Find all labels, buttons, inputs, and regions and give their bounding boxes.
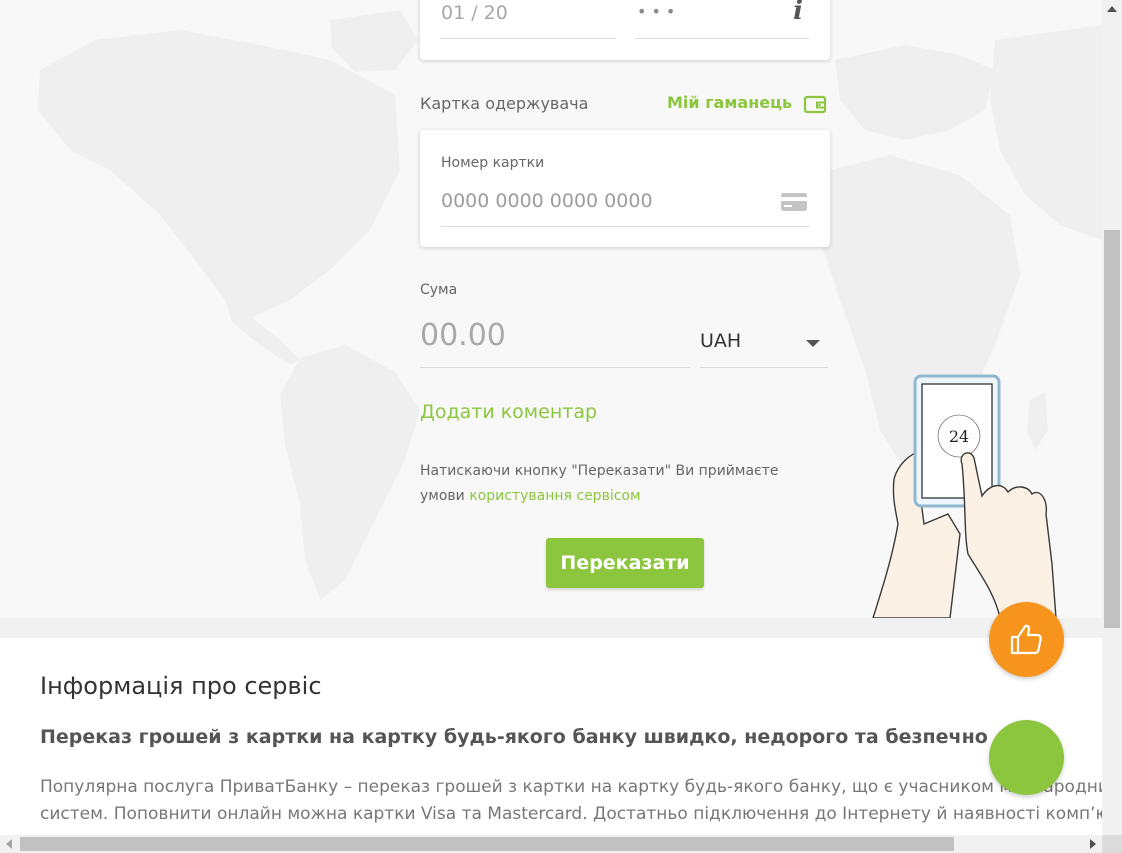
terms-notice: Натискаючи кнопку "Переказати" Ви прийма… <box>420 459 800 509</box>
info-section-body: Популярна послуга ПриватБанку – переказ … <box>40 774 1102 828</box>
phone-badge-number: 24 <box>949 427 969 446</box>
transfer-button[interactable]: Переказати <box>546 538 704 588</box>
credit-card-icon <box>781 193 807 211</box>
scroll-up-arrow-icon[interactable] <box>1107 6 1117 12</box>
amount-input[interactable]: 00.00 <box>420 318 506 353</box>
recipient-card-label: Картка одержувача <box>420 94 589 113</box>
feedback-like-button[interactable] <box>989 602 1064 677</box>
info-section-subtitle: Переказ грошей з картки на картку будь-я… <box>40 726 988 748</box>
add-comment-link[interactable]: Додати коментар <box>420 401 597 423</box>
info-section-title: Інформація про сервіс <box>40 672 322 700</box>
chevron-down-icon[interactable] <box>806 340 820 347</box>
info-icon[interactable]: i <box>793 0 803 26</box>
horizontal-scrollbar-thumb[interactable] <box>20 837 954 851</box>
currency-value[interactable]: UAH <box>700 330 741 352</box>
page-viewport: 01 / 20 ••• i Картка одержувача Мій гама… <box>0 0 1102 835</box>
chat-button[interactable] <box>989 720 1064 795</box>
amount-label: Сума <box>420 282 458 298</box>
info-body-line: систем. Поповнити онлайн можна картки Vi… <box>40 804 1102 824</box>
thumbs-up-icon <box>1010 624 1042 655</box>
scrollbar-corner <box>1102 835 1122 853</box>
currency-select[interactable]: UAH <box>700 315 828 368</box>
vertical-scrollbar-thumb[interactable] <box>1104 230 1120 628</box>
hand-phone-illustration: 24 <box>872 374 1057 618</box>
recipient-card-panel: Номер картки 0000 0000 0000 0000 <box>420 130 830 247</box>
cvv-masked-value[interactable]: ••• <box>637 2 680 21</box>
expiry-date-value[interactable]: 01 / 20 <box>441 2 508 24</box>
section-divider <box>0 618 1102 638</box>
vertical-scrollbar[interactable] <box>1102 0 1122 835</box>
my-wallet-link[interactable]: Мій гаманець <box>667 93 792 112</box>
horizontal-scrollbar[interactable] <box>0 835 1102 853</box>
info-body-line: Популярна послуга ПриватБанку – переказ … <box>40 777 1102 797</box>
card-number-input[interactable]: 0000 0000 0000 0000 <box>441 190 653 212</box>
card-number-field[interactable]: 0000 0000 0000 0000 <box>441 182 809 227</box>
right-hand-shape <box>960 452 1057 618</box>
amount-field[interactable]: 00.00 <box>420 315 690 368</box>
expiry-date-field[interactable]: 01 / 20 <box>441 0 615 39</box>
terms-of-service-link[interactable]: користування сервісом <box>469 488 640 504</box>
cvv-field[interactable]: ••• i <box>635 0 809 39</box>
scroll-right-arrow-icon[interactable] <box>1090 839 1096 849</box>
wallet-icon[interactable] <box>803 94 827 114</box>
card-number-label: Номер картки <box>441 155 545 171</box>
scroll-left-arrow-icon[interactable] <box>6 839 12 849</box>
sender-card-details-panel: 01 / 20 ••• i <box>420 0 830 60</box>
